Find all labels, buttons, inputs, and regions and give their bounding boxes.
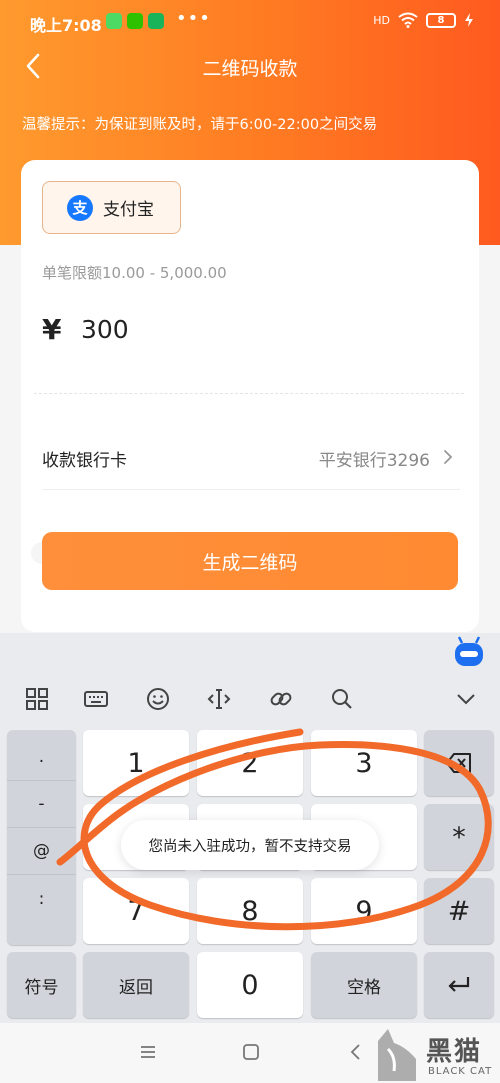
wifi-icon: [398, 12, 418, 28]
key-colon[interactable]: :: [7, 875, 76, 922]
backspace-icon: [446, 753, 471, 773]
space-key[interactable]: 空格: [311, 952, 417, 1018]
status-right: HD 8: [373, 12, 474, 28]
key-period[interactable]: .: [7, 734, 76, 781]
cursor-move-icon[interactable]: [206, 686, 232, 712]
key-3[interactable]: 3: [311, 730, 417, 796]
keyboard-icon[interactable]: [83, 686, 109, 712]
card-divider: [34, 393, 464, 394]
charging-icon: [465, 13, 473, 27]
backspace-key[interactable]: [424, 730, 494, 796]
home-icon[interactable]: [241, 1042, 261, 1062]
signal-icon: HD: [373, 13, 390, 27]
amount-input[interactable]: 300: [81, 315, 129, 344]
card-notch-right: [489, 542, 500, 564]
chevron-down-icon[interactable]: [453, 686, 479, 712]
not-enrolled-toast: 您尚未入驻成功，暂不支持交易: [121, 820, 379, 870]
key-8[interactable]: 8: [197, 878, 303, 944]
shield-icon: [148, 13, 164, 29]
battery-icon: 8: [426, 12, 456, 28]
symbol-column: . - @ :: [7, 730, 76, 945]
emoji-icon[interactable]: [145, 686, 171, 712]
enter-key[interactable]: [424, 952, 494, 1018]
alipay-logo-glyph: 支: [72, 199, 88, 217]
single-limit-text: 单笔限额10.00 - 5,000.00: [42, 264, 227, 282]
key-0[interactable]: 0: [197, 952, 303, 1018]
bank-card-value[interactable]: 平安银行3296: [319, 446, 430, 471]
key-at[interactable]: @: [7, 828, 76, 875]
key-9[interactable]: 9: [311, 878, 417, 944]
bank-row-divider: [42, 489, 460, 490]
enter-icon: [448, 977, 470, 992]
menu-icon[interactable]: [138, 1042, 158, 1062]
alipay-label: 支付宝: [103, 200, 154, 220]
chevron-right-icon[interactable]: [440, 446, 456, 468]
key-star[interactable]: *: [424, 804, 494, 870]
symbols-key[interactable]: 符号: [7, 952, 76, 1018]
battery-level: 8: [437, 14, 445, 26]
key-dash[interactable]: -: [7, 781, 76, 828]
currency-symbol: ¥: [42, 313, 62, 346]
key-7[interactable]: 7: [83, 878, 189, 944]
alipay-method-chip[interactable]: 支 支付宝: [42, 181, 181, 234]
watermark-sub: BLACK CAT: [428, 1066, 493, 1077]
key-hash[interactable]: #: [424, 878, 494, 944]
key-2[interactable]: 2: [197, 730, 303, 796]
status-bar: 晚上7:08 ••• HD 8: [0, 0, 500, 42]
search-icon[interactable]: [329, 686, 355, 712]
watermark-brand: 黑猫: [426, 1037, 483, 1067]
status-time: 晚上7:08: [30, 16, 102, 35]
robot-assistant-icon[interactable]: [452, 636, 486, 668]
app-notification-icon: [106, 13, 122, 29]
page-title: 二维码收款: [202, 58, 298, 80]
return-key[interactable]: 返回: [83, 952, 189, 1018]
alipay-logo-icon: 支: [67, 194, 93, 221]
wechat-icon: [127, 13, 143, 29]
trading-hours-tip: 温馨提示：为保证到账及时，请于6:00-22:00之间交易: [22, 117, 378, 133]
bank-card-label: 收款银行卡: [42, 451, 127, 471]
generate-qr-button[interactable]: 生成二维码: [42, 532, 458, 590]
back-nav-icon[interactable]: [346, 1042, 366, 1062]
more-notifications-icon: •••: [176, 8, 211, 29]
key-1[interactable]: 1: [83, 730, 189, 796]
grid-icon[interactable]: [24, 686, 50, 712]
link-icon[interactable]: [268, 686, 294, 712]
